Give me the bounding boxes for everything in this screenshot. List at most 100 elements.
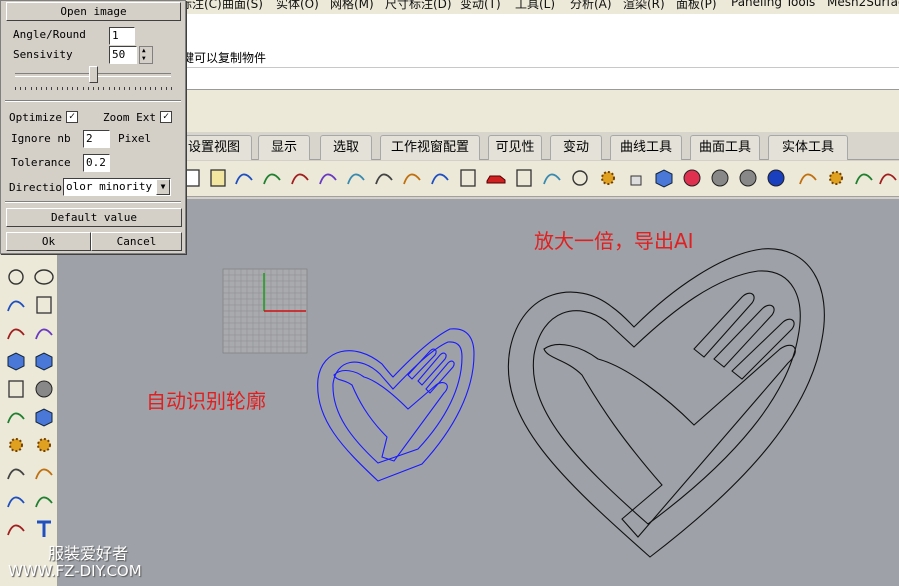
sphere-grid-icon[interactable]: [736, 166, 760, 190]
slider-tick: [41, 87, 42, 90]
align-icon[interactable]: [32, 489, 56, 513]
tolerance-field[interactable]: 0.2: [83, 154, 110, 172]
menu-item[interactable]: 网格(M): [330, 0, 374, 12]
zoom-ext-checkbox[interactable]: ✓: [160, 111, 172, 123]
zoom-window-icon[interactable]: [344, 166, 368, 190]
circle-icon[interactable]: [4, 265, 28, 289]
ok-button[interactable]: Ok: [6, 232, 91, 251]
slider-tick: [20, 87, 22, 90]
menu-item[interactable]: 实体(O): [276, 0, 319, 12]
gear-icon[interactable]: [4, 433, 28, 457]
slider-tick: [72, 87, 74, 90]
open-image-button[interactable]: Open image: [6, 2, 181, 21]
dimension-icon[interactable]: [852, 166, 876, 190]
snap-icon[interactable]: [540, 166, 564, 190]
grid-icon[interactable]: [512, 166, 536, 190]
cube-icon[interactable]: [4, 349, 28, 373]
zoom-selected-icon[interactable]: [400, 166, 424, 190]
color-wheel-icon[interactable]: [680, 166, 704, 190]
menu-item[interactable]: 渲染(R): [623, 0, 665, 12]
undo-icon[interactable]: [232, 166, 256, 190]
transform-icon[interactable]: [4, 461, 28, 485]
pan-hand-icon[interactable]: [260, 166, 284, 190]
rotate-view-icon[interactable]: [288, 166, 312, 190]
mesh-icon[interactable]: [32, 405, 56, 429]
clipboard-icon[interactable]: [206, 166, 230, 190]
menu-item[interactable]: 变动(T): [460, 0, 501, 12]
sensivity-spinner[interactable]: ▲ ▼: [139, 46, 153, 64]
group-icon[interactable]: [4, 489, 28, 513]
spin-down-icon[interactable]: ▼: [142, 56, 146, 62]
fillet-icon[interactable]: [32, 321, 56, 345]
slider-tick: [30, 87, 32, 90]
sensivity-field[interactable]: 50: [109, 46, 137, 64]
text-icon[interactable]: [32, 517, 56, 541]
move-icon[interactable]: [32, 461, 56, 485]
gear-icon[interactable]: [824, 166, 848, 190]
tab-4[interactable]: 工作视窗配置: [380, 135, 480, 160]
zoom-icon[interactable]: [316, 166, 340, 190]
ignore-field[interactable]: 2: [83, 130, 110, 148]
angle-field[interactable]: 1: [109, 27, 135, 45]
box-icon[interactable]: [4, 377, 28, 401]
tab-9[interactable]: 实体工具: [768, 135, 848, 160]
direction-select[interactable]: olor minority: [63, 178, 171, 196]
slider-tick: [155, 87, 157, 90]
menu-item[interactable]: 工具(L): [515, 0, 555, 12]
menu-item[interactable]: Paneling Tools: [731, 0, 815, 9]
watermark-title: 服装爱好者: [48, 544, 129, 563]
cylinder-icon[interactable]: [4, 405, 28, 429]
slider-tick: [171, 87, 172, 90]
render-icon[interactable]: [876, 166, 899, 190]
menu-item[interactable]: 尺寸标注(D): [385, 0, 452, 12]
sensivity-slider-thumb[interactable]: [89, 66, 98, 83]
slider-tick: [145, 87, 146, 90]
menu-item[interactable]: 曲面(S): [222, 0, 263, 12]
rectangle-icon[interactable]: [32, 293, 56, 317]
slider-tick: [35, 87, 37, 90]
curve-icon[interactable]: [4, 517, 28, 541]
lock-icon[interactable]: [624, 166, 648, 190]
point-icon[interactable]: [568, 166, 592, 190]
tab-2[interactable]: 显示: [258, 135, 310, 160]
tab-5[interactable]: 可见性: [488, 135, 542, 160]
zoom-extents-icon[interactable]: [372, 166, 396, 190]
slider-tick: [82, 87, 84, 90]
layer-icon[interactable]: [652, 166, 676, 190]
default-value-button[interactable]: Default value: [6, 208, 182, 227]
blue-sphere-icon[interactable]: [764, 166, 788, 190]
arc-icon[interactable]: [4, 293, 28, 317]
lightbulb-icon[interactable]: [596, 166, 620, 190]
ellipse-icon[interactable]: [32, 265, 56, 289]
rotate-icon[interactable]: [428, 166, 452, 190]
menu-item[interactable]: Mesh2Surface: [827, 0, 899, 9]
slider-tick: [150, 87, 152, 90]
zoom-ext-label: Zoom Ext: [103, 111, 156, 124]
surface-icon[interactable]: [32, 349, 56, 373]
menu-item[interactable]: 标注(C): [180, 0, 222, 12]
sphere-icon[interactable]: [32, 377, 56, 401]
optimize-checkbox[interactable]: ✓: [66, 111, 78, 123]
tab-7[interactable]: 曲线工具: [610, 135, 682, 160]
image-trace-dialog: Open image Angle/Round 1 Sensivity 50 ▲ …: [0, 0, 186, 254]
four-viewports-icon[interactable]: [456, 166, 480, 190]
tab-8[interactable]: 曲面工具: [690, 135, 760, 160]
menu-item[interactable]: 面板(P): [676, 0, 717, 12]
menu-item[interactable]: 分析(A): [570, 0, 612, 12]
spin-up-icon[interactable]: ▲: [142, 48, 146, 54]
slider-tick: [129, 87, 131, 90]
slider-tick: [98, 87, 100, 90]
ruler-icon[interactable]: [796, 166, 820, 190]
cancel-button[interactable]: Cancel: [91, 232, 182, 251]
chevron-down-icon[interactable]: ▼: [156, 179, 170, 195]
sphere-icon[interactable]: [708, 166, 732, 190]
tab-6[interactable]: 变动: [550, 135, 602, 160]
tab-1[interactable]: 设置视图: [176, 135, 252, 160]
polygon-icon[interactable]: [4, 321, 28, 345]
annotation-auto-detect: 自动识别轮廓: [146, 389, 266, 413]
explode-icon[interactable]: [32, 433, 56, 457]
car-icon[interactable]: [484, 166, 508, 190]
main-toolbar: [176, 161, 899, 197]
tolerance-label: Tolerance: [11, 156, 71, 169]
tab-3[interactable]: 选取: [320, 135, 372, 160]
